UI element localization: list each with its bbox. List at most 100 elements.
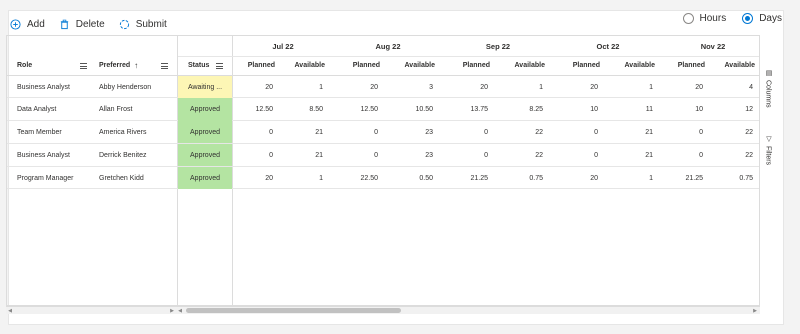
planned-cell[interactable]: 20 <box>443 76 498 98</box>
planned-cell[interactable]: 0 <box>443 121 498 143</box>
preferred-header[interactable]: Preferred ↑ <box>99 56 149 75</box>
available-cell[interactable]: 22 <box>713 121 759 143</box>
planned-cell[interactable]: 0 <box>443 144 498 166</box>
role-cell[interactable]: Data Analyst <box>17 98 97 120</box>
side-panel: ▤ Columns ▽ Filters <box>762 35 776 306</box>
available-cell[interactable]: 0.75 <box>498 167 553 189</box>
planned-cell[interactable]: 20 <box>233 76 283 98</box>
available-cell[interactable]: 23 <box>388 121 443 143</box>
column-menu-icon[interactable] <box>161 63 168 69</box>
available-cell[interactable]: 21 <box>283 144 333 166</box>
planned-cell[interactable]: 0 <box>663 121 713 143</box>
scroll-right-icon[interactable]: ▶ <box>751 307 759 315</box>
columns-icon: ▤ <box>765 69 772 77</box>
planned-header[interactable]: Planned <box>553 56 608 75</box>
available-cell[interactable]: 1 <box>608 167 663 189</box>
scroll-left-icon[interactable]: ◀ <box>176 307 184 315</box>
planned-cell[interactable]: 13.75 <box>443 98 498 120</box>
available-cell[interactable]: 22 <box>713 144 759 166</box>
role-cell[interactable]: Program Manager <box>17 167 97 189</box>
available-cell[interactable]: 21 <box>283 121 333 143</box>
status-cell[interactable]: Approved <box>178 167 232 189</box>
available-cell[interactable]: 12 <box>713 98 759 120</box>
planned-cell[interactable]: 20 <box>553 167 608 189</box>
available-cell[interactable]: 4 <box>713 76 759 98</box>
preferred-cell[interactable]: America Rivers <box>99 121 177 143</box>
role-cell[interactable]: Business Analyst <box>17 144 97 166</box>
available-cell[interactable]: 1 <box>283 167 333 189</box>
scroll-left-icon[interactable]: ◀ <box>6 307 14 315</box>
filters-tab[interactable]: ▽ Filters <box>764 135 773 165</box>
preferred-cell[interactable]: Allan Frost <box>99 98 177 120</box>
available-cell[interactable]: 1 <box>608 76 663 98</box>
days-radio[interactable]: Days <box>742 13 782 24</box>
scroll-thumb[interactable] <box>186 308 401 313</box>
sort-ascending-icon: ↑ <box>134 61 139 70</box>
submit-button[interactable]: Submit <box>119 19 167 30</box>
status-cell[interactable]: Approved <box>178 144 232 166</box>
column-menu-icon[interactable] <box>216 63 223 69</box>
planned-cell[interactable]: 0 <box>233 121 283 143</box>
available-cell[interactable]: 8.50 <box>283 98 333 120</box>
planned-cell[interactable]: 0 <box>553 121 608 143</box>
planned-cell[interactable]: 0 <box>233 144 283 166</box>
available-header[interactable]: Available <box>498 56 553 75</box>
available-cell[interactable]: 22 <box>498 144 553 166</box>
available-cell[interactable]: 10.50 <box>388 98 443 120</box>
available-cell[interactable]: 21 <box>608 121 663 143</box>
planned-cell[interactable]: 0 <box>333 121 388 143</box>
available-header[interactable]: Available <box>713 56 759 75</box>
preferred-cell[interactable]: Abby Henderson <box>99 76 177 98</box>
available-cell[interactable]: 3 <box>388 76 443 98</box>
month-header: Oct 22 <box>596 41 620 51</box>
column-menu-icon[interactable] <box>80 63 87 69</box>
planned-header[interactable]: Planned <box>333 56 388 75</box>
role-header[interactable]: Role <box>17 56 77 75</box>
columns-tab[interactable]: ▤ Columns <box>764 69 773 108</box>
planned-cell[interactable]: 22.50 <box>333 167 388 189</box>
delete-button[interactable]: Delete <box>59 19 105 30</box>
preferred-cell[interactable]: Gretchen Kidd <box>99 167 177 189</box>
status-cell[interactable]: Awaiting ... <box>178 76 232 98</box>
hours-label: Hours <box>699 13 727 24</box>
available-cell[interactable]: 0.75 <box>713 167 759 189</box>
horizontal-scrollbar[interactable]: ◀ ▶ ◀ ▶ <box>6 306 760 314</box>
hours-radio[interactable]: Hours <box>682 13 727 24</box>
planned-header[interactable]: Planned <box>233 56 283 75</box>
planned-cell[interactable]: 21.25 <box>443 167 498 189</box>
add-button[interactable]: Add <box>10 19 45 30</box>
planned-cell[interactable]: 12.50 <box>233 98 283 120</box>
planned-cell[interactable]: 12.50 <box>333 98 388 120</box>
planned-cell[interactable]: 21.25 <box>663 167 713 189</box>
available-cell[interactable]: 1 <box>498 76 553 98</box>
available-cell[interactable]: 0.50 <box>388 167 443 189</box>
planned-header[interactable]: Planned <box>663 56 713 75</box>
planned-cell[interactable]: 0 <box>333 144 388 166</box>
available-cell[interactable]: 11 <box>608 98 663 120</box>
status-cell[interactable]: Approved <box>178 98 232 121</box>
planned-cell[interactable]: 20 <box>233 167 283 189</box>
available-cell[interactable]: 8.25 <box>498 98 553 120</box>
status-header[interactable]: Status <box>188 56 218 75</box>
scroll-right-icon[interactable]: ▶ <box>168 307 176 315</box>
available-cell[interactable]: 21 <box>608 144 663 166</box>
available-cell[interactable]: 22 <box>498 121 553 143</box>
planned-header[interactable]: Planned <box>443 56 498 75</box>
status-cell[interactable]: Approved <box>178 121 232 143</box>
available-header[interactable]: Available <box>608 56 663 75</box>
planned-cell[interactable]: 20 <box>333 76 388 98</box>
planned-cell[interactable]: 20 <box>553 76 608 98</box>
preferred-cell[interactable]: Derrick Benitez <box>99 144 177 166</box>
role-cell[interactable]: Business Analyst <box>17 76 97 98</box>
toolbar: Add Delete Submit <box>10 14 167 34</box>
planned-cell[interactable]: 10 <box>553 98 608 120</box>
planned-cell[interactable]: 0 <box>663 144 713 166</box>
available-header[interactable]: Available <box>388 56 443 75</box>
available-cell[interactable]: 1 <box>283 76 333 98</box>
available-cell[interactable]: 23 <box>388 144 443 166</box>
planned-cell[interactable]: 0 <box>553 144 608 166</box>
available-header[interactable]: Available <box>283 56 333 75</box>
planned-cell[interactable]: 20 <box>663 76 713 98</box>
role-cell[interactable]: Team Member <box>17 121 97 143</box>
planned-cell[interactable]: 10 <box>663 98 713 120</box>
